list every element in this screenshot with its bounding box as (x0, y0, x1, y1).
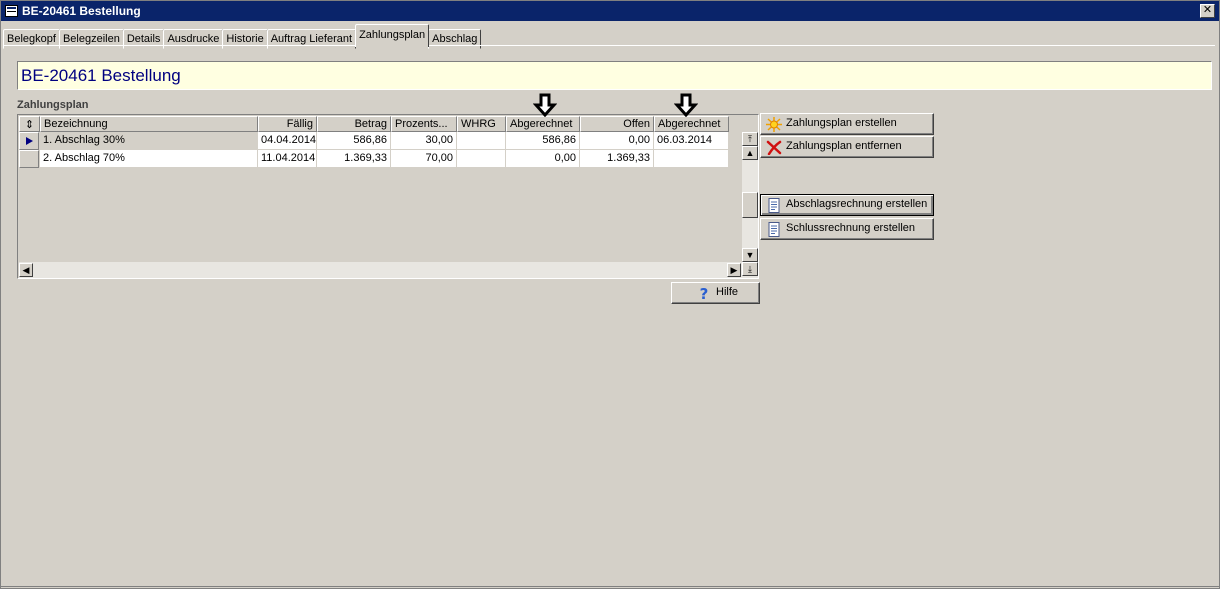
row-selector[interactable] (19, 150, 39, 168)
cell-bezeichnung[interactable]: 1. Abschlag 30% (40, 132, 258, 150)
cell-offen[interactable]: 1.369,33 (580, 150, 654, 168)
tab-ausdrucke[interactable]: Ausdrucke (163, 29, 224, 49)
create-partial-invoice-button[interactable]: Abschlagsrechnung erstellen (760, 194, 934, 216)
tab-abschlag[interactable]: Abschlag (428, 29, 482, 49)
column-header-whrg[interactable]: WHRG (457, 116, 506, 132)
cell-bezeichnung[interactable]: 2. Abschlag 70% (40, 150, 258, 168)
sun-icon (766, 117, 782, 132)
column-header-offen[interactable]: Offen (580, 116, 654, 132)
column-header-betrag[interactable]: Betrag (317, 116, 391, 132)
remove-plan-label: Zahlungsplan entfernen (786, 140, 902, 152)
create-final-invoice-button[interactable]: Schlussrechnung erstellen (760, 218, 934, 240)
scroll-last-icon[interactable]: ⤓ (742, 262, 758, 276)
tab-details[interactable]: Details (122, 29, 165, 49)
column-header-prozentsatz[interactable]: Prozents... (391, 116, 457, 132)
column-header-abgerechnet-datum[interactable]: Abgerechnet (654, 116, 729, 132)
document-title: BE-20461 Bestellung (17, 61, 1212, 90)
help-button[interactable]: ? Hilfe (671, 282, 760, 304)
tab-belegkopf[interactable]: Belegkopf (3, 29, 60, 49)
cell-abgerechnet-datum[interactable] (654, 150, 729, 168)
scroll-down-icon[interactable]: ▼ (742, 248, 758, 262)
cell-abgerechnet-datum[interactable]: 06.03.2014 (654, 132, 729, 150)
title-bar: BE-20461 Bestellung ✕ (1, 1, 1219, 21)
cell-abgerechnet-betrag[interactable]: 586,86 (506, 132, 580, 150)
scroll-left-icon[interactable]: ◀ (19, 263, 33, 277)
grid-body: 1. Abschlag 30% 04.04.2014 586,86 30,00 … (19, 132, 743, 262)
close-button[interactable]: ✕ (1200, 4, 1215, 18)
down-arrow-icon (674, 93, 698, 117)
scroll-first-icon[interactable]: ⤒ (742, 132, 758, 146)
row-selector[interactable] (19, 132, 39, 150)
window-icon (5, 5, 18, 17)
svg-text:?: ? (700, 286, 709, 301)
tab-strip: Belegkopf Belegzeilen Details Ausdrucke Hist… (3, 24, 482, 49)
current-row-icon (26, 137, 33, 145)
cell-prozentsatz[interactable]: 30,00 (391, 132, 457, 150)
horizontal-scrollbar[interactable]: ◀ ▶ (19, 262, 742, 278)
create-plan-label: Zahlungsplan erstellen (786, 117, 897, 129)
vertical-scrollbar[interactable]: ⤒ ▲ ▼ ⤓ (742, 132, 758, 278)
scroll-thumb[interactable] (742, 192, 758, 218)
table-row[interactable]: 1. Abschlag 30% 04.04.2014 586,86 30,00 … (19, 132, 729, 150)
remove-plan-button[interactable]: Zahlungsplan entfernen (760, 136, 934, 158)
document-icon (766, 222, 782, 237)
down-arrow-icon (533, 93, 557, 117)
column-header-bezeichnung[interactable]: Bezeichnung (40, 116, 258, 132)
cell-abgerechnet-betrag[interactable]: 0,00 (506, 150, 580, 168)
tab-belegzeilen[interactable]: Belegzeilen (58, 29, 124, 49)
document-icon (766, 198, 782, 213)
question-icon: ? (696, 285, 712, 303)
scroll-up-icon[interactable]: ▲ (742, 146, 758, 160)
cell-betrag[interactable]: 586,86 (317, 132, 391, 150)
window-title: BE-20461 Bestellung (22, 4, 141, 18)
red-x-icon (766, 140, 782, 156)
cell-whrg[interactable] (457, 150, 506, 168)
window-bottom-edge (1, 586, 1220, 587)
create-partial-invoice-label: Abschlagsrechnung erstellen (786, 198, 928, 210)
column-header-abgerechnet-betrag[interactable]: Abgerechnet (506, 116, 580, 132)
sort-toggle[interactable]: ⇕ (19, 116, 40, 132)
create-plan-button[interactable]: Zahlungsplan erstellen (760, 113, 934, 135)
cell-prozentsatz[interactable]: 70,00 (391, 150, 457, 168)
cell-whrg[interactable] (457, 132, 506, 150)
tab-zahlungsplan[interactable]: Zahlungsplan (355, 24, 430, 47)
create-final-invoice-label: Schlussrechnung erstellen (786, 222, 916, 234)
cell-betrag[interactable]: 1.369,33 (317, 150, 391, 168)
column-header-faellig[interactable]: Fällig (258, 116, 317, 132)
grid-header: ⇕ Bezeichnung Fällig Betrag Prozents... … (19, 116, 745, 132)
payment-plan-grid: ⇕ Bezeichnung Fällig Betrag Prozents... … (17, 114, 759, 279)
help-label: Hilfe (716, 286, 739, 298)
cell-faellig[interactable]: 11.04.2014 (258, 150, 317, 168)
scroll-right-icon[interactable]: ▶ (727, 263, 741, 277)
cell-faellig[interactable]: 04.04.2014 (258, 132, 317, 150)
section-label: Zahlungsplan (17, 99, 89, 111)
cell-offen[interactable]: 0,00 (580, 132, 654, 150)
tab-auftrag-lieferant[interactable]: Auftrag Lieferant (266, 29, 357, 49)
main-window: BE-20461 Bestellung ✕ Belegkopf Belegzeil… (0, 0, 1220, 589)
tab-historie[interactable]: Historie (222, 29, 268, 49)
tab-panel-border (3, 45, 1215, 46)
table-row[interactable]: 2. Abschlag 70% 11.04.2014 1.369,33 70,0… (19, 150, 729, 168)
